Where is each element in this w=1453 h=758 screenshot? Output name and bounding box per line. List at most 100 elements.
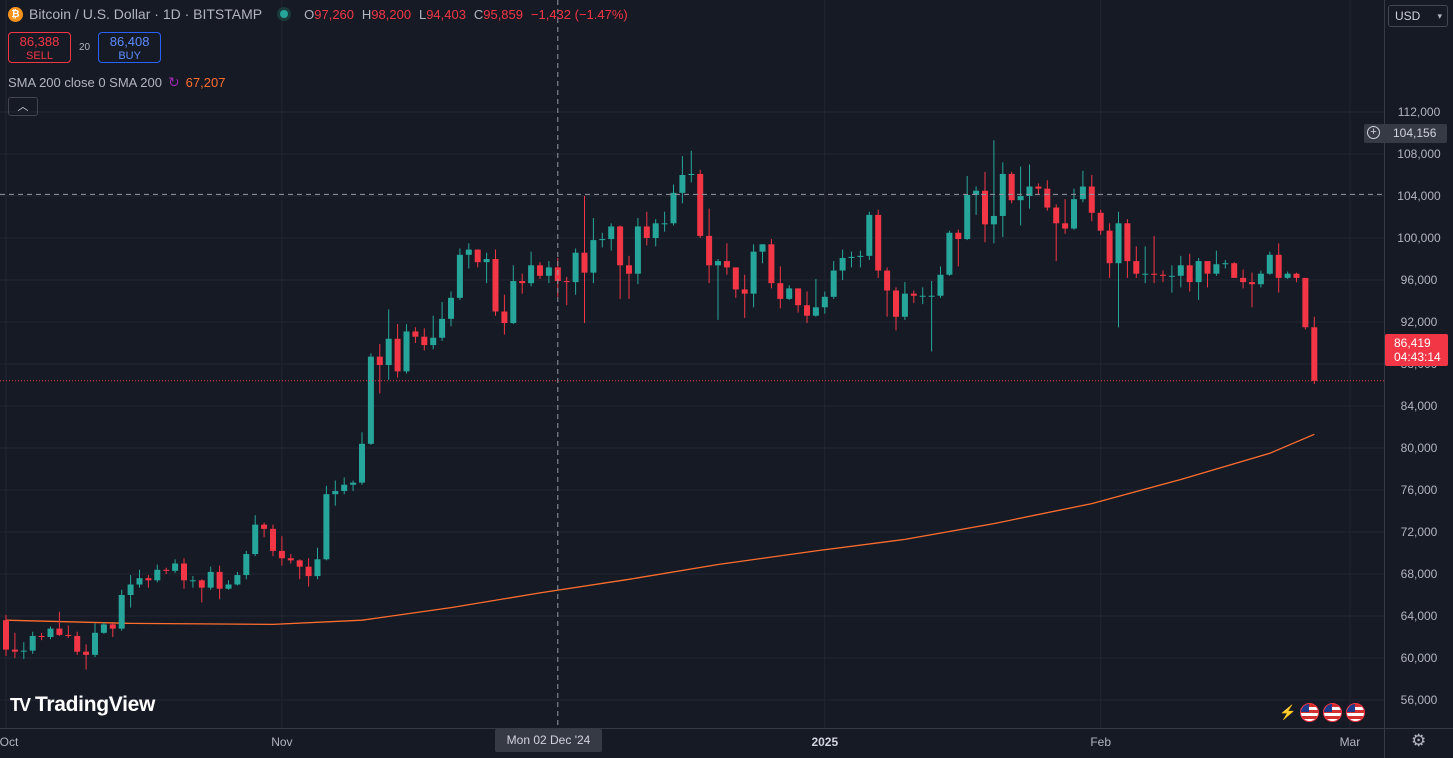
candle: [47, 626, 54, 640]
price-tick-label: 76,000: [1401, 483, 1438, 497]
candle: [1115, 211, 1122, 328]
candle: [946, 230, 953, 276]
candle: [973, 186, 980, 215]
candle-body: [3, 620, 9, 650]
candle-body: [350, 482, 357, 485]
candle-body: [216, 571, 223, 589]
candle-body: [189, 580, 196, 582]
candle-body: [786, 288, 793, 299]
candle-body: [181, 563, 187, 581]
candle: [1044, 180, 1051, 211]
tradingview-logo[interactable]: TV TradingView: [10, 693, 155, 717]
candle-body: [118, 595, 125, 629]
candle-body: [109, 624, 116, 629]
candle: [1079, 170, 1086, 203]
candle: [278, 536, 285, 566]
candle-body: [412, 331, 419, 337]
candle: [1026, 164, 1033, 209]
candle-body: [1186, 265, 1193, 283]
candle-body: [1293, 273, 1300, 278]
candle-body: [1044, 188, 1051, 208]
currency-selector[interactable]: USD ▾: [1388, 5, 1448, 27]
candle-body: [670, 192, 677, 224]
candle: [901, 282, 908, 320]
candle: [465, 243, 472, 269]
candle: [501, 294, 508, 335]
candle: [990, 140, 997, 244]
grid: [0, 0, 1384, 728]
add-alert-icon[interactable]: +: [1367, 126, 1380, 139]
low-value: 94,403: [426, 7, 466, 22]
candle: [1275, 243, 1282, 293]
price-tick-label: 100,000: [1397, 231, 1441, 245]
lightning-icon[interactable]: ⚡: [1279, 704, 1296, 721]
candle-body: [1071, 199, 1077, 229]
price-tick-label: 68,000: [1401, 567, 1438, 581]
gear-icon[interactable]: ⚙: [1411, 731, 1426, 751]
candle-body: [278, 550, 285, 559]
candle: [448, 291, 454, 327]
candle-body: [332, 491, 339, 495]
candle-body: [937, 274, 944, 296]
symbol-title[interactable]: Bitcoin / U.S. Dollar · 1D · BITSTAMP: [29, 6, 262, 22]
price-tick-label: 108,000: [1397, 147, 1441, 161]
candle: [261, 522, 268, 538]
candle-body: [341, 484, 348, 492]
collapse-legend-button[interactable]: ︿: [8, 97, 38, 116]
crosshair-price-label[interactable]: + 104,156: [1364, 124, 1447, 143]
candle: [741, 274, 748, 318]
candle-body: [1097, 212, 1104, 231]
us-flag-icon[interactable]: [1300, 703, 1320, 722]
candle-body: [572, 252, 579, 283]
candle-body: [474, 249, 481, 263]
buy-button[interactable]: 86,408 BUY: [98, 32, 162, 63]
candle-body: [715, 261, 721, 266]
candle: [661, 211, 668, 232]
price-tick-label: 56,000: [1401, 693, 1438, 707]
candle-body: [723, 261, 730, 268]
candle: [376, 344, 383, 394]
candle-body: [492, 259, 499, 312]
sell-button[interactable]: 86,388 SELL: [8, 32, 71, 63]
candle: [857, 250, 864, 268]
candle-body: [1017, 196, 1024, 201]
spread-value: 20: [79, 42, 91, 53]
candle: [332, 480, 339, 506]
candle: [563, 276, 570, 306]
candle-body: [323, 494, 330, 560]
candle: [910, 290, 917, 304]
us-flag-icon[interactable]: [1323, 703, 1343, 722]
candle-body: [510, 281, 517, 324]
us-flag-icon[interactable]: [1346, 703, 1366, 722]
candle-body: [884, 270, 891, 291]
candle: [1195, 257, 1202, 300]
candle-body: [919, 295, 926, 297]
candle: [732, 267, 739, 298]
candle: [1311, 316, 1318, 384]
candle: [510, 265, 517, 325]
tradingview-logo-icon: TV: [10, 694, 31, 715]
candle-body: [1079, 186, 1086, 200]
candle-body: [1106, 230, 1113, 264]
price-chart[interactable]: 56,000 60,000 64,000 68,000 72,000 76,000 80,0…: [0, 0, 1453, 758]
candle: [759, 244, 766, 264]
candle: [643, 211, 650, 246]
price-tick-label: 84,000: [1401, 399, 1438, 413]
candle-body: [1053, 207, 1060, 224]
candle-body: [652, 223, 659, 238]
candle: [118, 589, 125, 631]
candle-body: [848, 256, 855, 258]
candle-body: [38, 635, 45, 637]
candle-body: [795, 288, 802, 306]
candle: [848, 251, 855, 268]
candle-body: [367, 356, 374, 444]
sma-indicator-legend[interactable]: SMA 200 close 0 SMA 200 ↻ 67,207: [8, 74, 225, 91]
candle-body: [1160, 274, 1166, 276]
candle-body: [581, 252, 588, 273]
candle-body: [483, 259, 490, 263]
candle: [1266, 251, 1273, 275]
candle-body: [661, 223, 668, 225]
high-value: 98,200: [371, 7, 412, 22]
candle: [314, 547, 321, 580]
candle: [617, 225, 624, 299]
